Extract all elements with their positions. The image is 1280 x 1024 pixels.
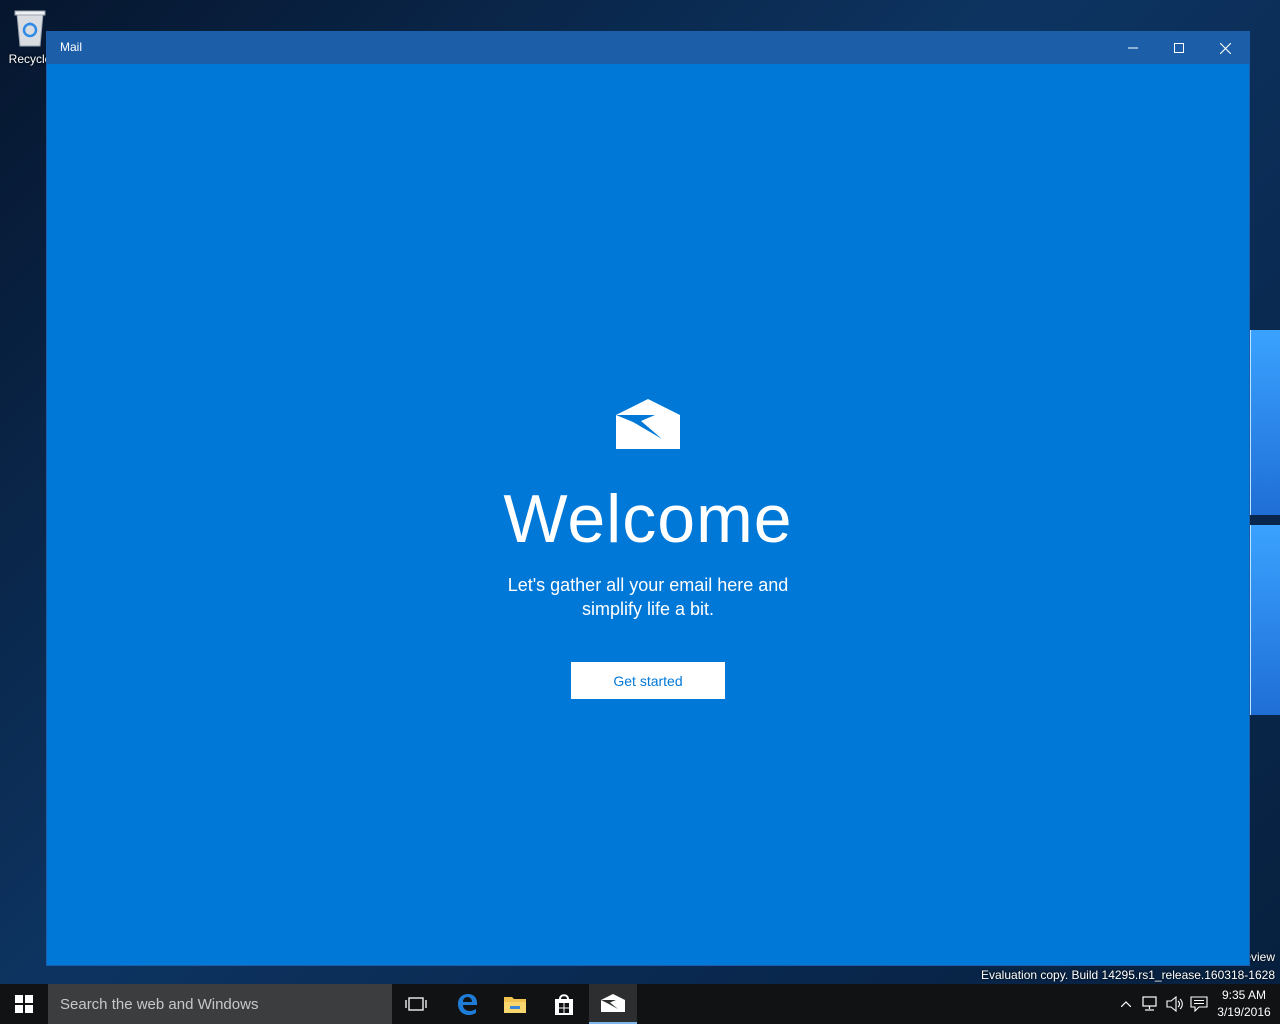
file-explorer-icon <box>504 997 526 1013</box>
action-center-button[interactable] <box>1188 984 1210 1024</box>
title-bar[interactable]: Mail <box>47 32 1249 64</box>
maximize-icon <box>1174 43 1184 53</box>
envelope-icon <box>616 399 680 449</box>
mail-window: Mail Welcome Let's gather all your email… <box>47 32 1249 965</box>
watermark-line2: Evaluation copy. Build 14295.rs1_release… <box>981 968 1275 982</box>
minimize-button[interactable] <box>1110 32 1156 64</box>
welcome-subtitle-line1: Let's gather all your email here and <box>507 575 789 595</box>
minimize-icon <box>1128 47 1138 49</box>
speaker-icon <box>1166 996 1183 1012</box>
edge-button[interactable] <box>443 984 491 1024</box>
clock-date: 3/19/2016 <box>1217 1005 1271 1019</box>
maximize-button[interactable] <box>1156 32 1202 64</box>
task-view-icon <box>405 997 427 1011</box>
task-view-button[interactable] <box>392 984 440 1024</box>
store-button[interactable] <box>540 984 588 1024</box>
welcome-heading: Welcome <box>503 481 793 557</box>
close-icon <box>1219 42 1231 54</box>
clock-time: 9:35 AM <box>1221 988 1267 1002</box>
action-center-icon <box>1190 996 1208 1012</box>
mail-taskbar-button[interactable] <box>589 984 637 1024</box>
search-placeholder: Search the web and Windows <box>60 995 259 1013</box>
windows-wallpaper-logo <box>1248 310 1280 720</box>
network-icon <box>1142 996 1157 1011</box>
network-button[interactable] <box>1140 984 1162 1024</box>
get-started-button[interactable]: Get started <box>571 662 725 699</box>
store-icon <box>555 994 573 1015</box>
chevron-up-icon <box>1121 1001 1131 1007</box>
taskbar: Search the web and Windows 9:35 AM 3/19/… <box>0 984 1280 1024</box>
mail-icon <box>601 994 625 1012</box>
volume-button[interactable] <box>1164 984 1186 1024</box>
clock[interactable]: 9:35 AM 3/19/2016 <box>1212 987 1276 1021</box>
welcome-subtitle-line2: simplify life a bit. <box>581 599 715 619</box>
file-explorer-button[interactable] <box>491 984 539 1024</box>
windows-start-icon <box>15 995 33 1013</box>
window-title: Mail <box>60 40 83 54</box>
start-button[interactable] <box>0 984 48 1024</box>
edge-icon <box>458 994 477 1015</box>
close-button[interactable] <box>1202 32 1248 64</box>
recycle-bin-icon <box>13 8 47 48</box>
search-box[interactable]: Search the web and Windows <box>48 984 392 1024</box>
show-hidden-icons-button[interactable] <box>1118 984 1134 1024</box>
welcome-subtitle: Let's gather all your email here and sim… <box>498 573 798 621</box>
welcome-screen: Welcome Let's gather all your email here… <box>47 64 1249 965</box>
